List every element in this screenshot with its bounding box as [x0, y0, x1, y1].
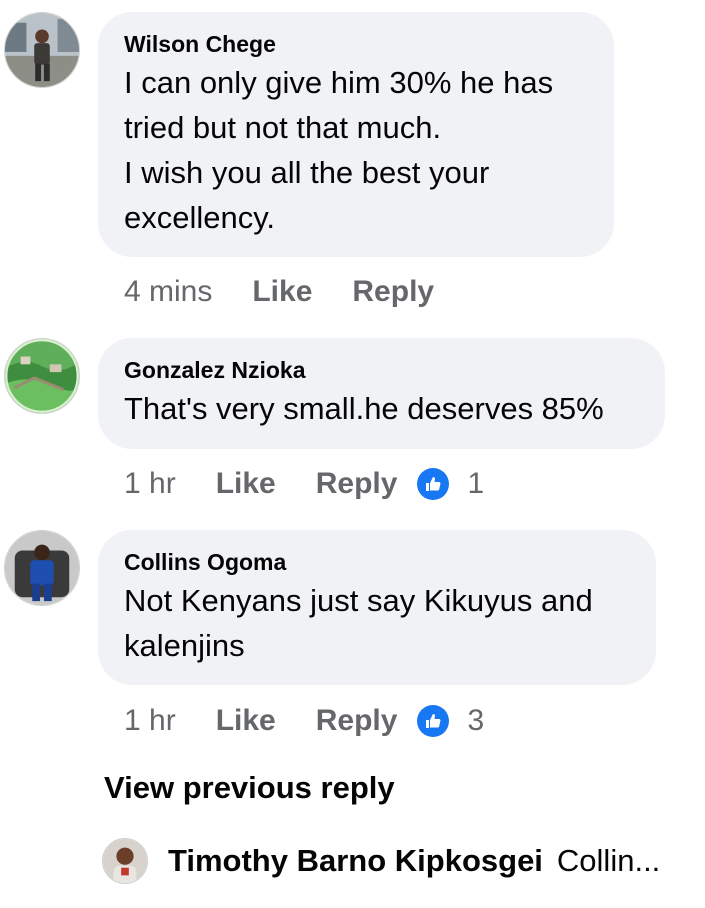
- comment-author[interactable]: Collins Ogoma: [124, 548, 630, 576]
- reply-button[interactable]: Reply: [316, 467, 398, 501]
- comment-text: Not Kenyans just say Kikuyus and kalenji…: [124, 583, 593, 663]
- comment-timestamp[interactable]: 1 hr: [124, 704, 176, 738]
- comment-text: I can only give him 30% he has tried but…: [124, 65, 554, 235]
- reply-button[interactable]: Reply: [352, 275, 434, 309]
- comment-actions: 1 hr Like Reply 3: [124, 701, 484, 741]
- thumbs-up-icon[interactable]: [417, 468, 450, 500]
- avatar[interactable]: [4, 12, 80, 88]
- reply-author[interactable]: Timothy Barno Kipkosgei: [168, 843, 543, 879]
- avatar[interactable]: [4, 338, 80, 414]
- comment-text: That's very small.he deserves 85%: [124, 391, 604, 426]
- comment-timestamp[interactable]: 1 hr: [124, 467, 176, 501]
- view-previous-reply-link[interactable]: View previous reply: [104, 770, 395, 806]
- person-photo-avatar-icon: [5, 13, 79, 87]
- reaction-count[interactable]: 3: [467, 704, 484, 738]
- person-photo-avatar-icon: [103, 839, 147, 883]
- reply-snippet[interactable]: Collin...: [557, 843, 660, 879]
- landscape-photo-avatar-icon: [5, 339, 79, 413]
- comment-actions: 4 mins Like Reply: [124, 272, 454, 312]
- comment-bubble: Wilson Chege I can only give him 30% he …: [98, 12, 614, 257]
- thumbs-up-icon[interactable]: [417, 705, 450, 737]
- avatar[interactable]: [4, 530, 80, 606]
- like-button[interactable]: Like: [252, 275, 312, 309]
- reply-preview[interactable]: Timothy Barno Kipkosgei Collin...: [102, 838, 660, 884]
- comment-bubble: Gonzalez Nzioka That's very small.he des…: [98, 338, 665, 449]
- reply-button[interactable]: Reply: [316, 704, 398, 738]
- comment-author[interactable]: Wilson Chege: [124, 30, 588, 58]
- comment-bubble: Collins Ogoma Not Kenyans just say Kikuy…: [98, 530, 656, 685]
- comment-actions: 1 hr Like Reply 1: [124, 464, 484, 504]
- person-photo-avatar-icon: [5, 531, 79, 605]
- comment-author[interactable]: Gonzalez Nzioka: [124, 356, 639, 384]
- like-button[interactable]: Like: [216, 467, 276, 501]
- avatar[interactable]: [102, 838, 148, 884]
- reaction-count[interactable]: 1: [467, 467, 484, 501]
- comment-timestamp[interactable]: 4 mins: [124, 275, 212, 309]
- like-button[interactable]: Like: [216, 704, 276, 738]
